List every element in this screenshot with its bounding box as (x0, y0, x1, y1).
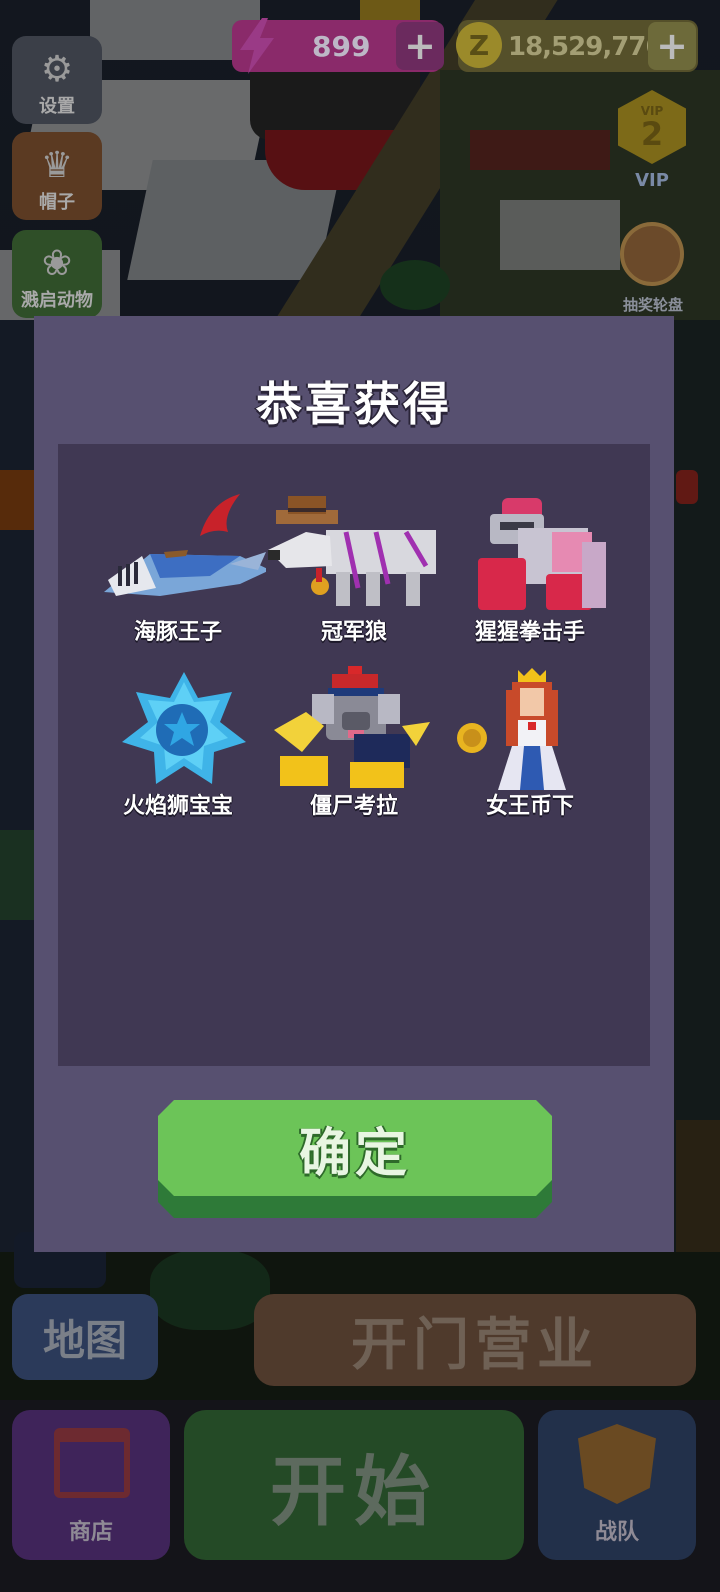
hat-button[interactable]: ♛ 帽子 (12, 132, 102, 220)
reward-item-name: 女王币下 (485, 794, 574, 819)
shop-label: 商店 (68, 1520, 113, 1545)
pets-button[interactable]: ❀ 溅启动物 (12, 230, 102, 318)
energy-value: 899 (312, 30, 371, 63)
gear-icon: ⚙ (40, 49, 74, 90)
team-shield-icon (578, 1424, 656, 1504)
shop-button[interactable]: 商店 (12, 1410, 170, 1560)
start-button[interactable]: 开始 (184, 1410, 524, 1560)
team-label: 战队 (594, 1520, 639, 1545)
cowboy-wolf-icon (268, 496, 436, 606)
open-business-button[interactable]: 开门营业 (254, 1294, 696, 1386)
energy-counter: 899 + (232, 18, 444, 74)
reward-item-name: 冠军狼 (320, 620, 387, 645)
vip-badge-icon: VIP 2 (618, 90, 686, 164)
zombie-koala-icon (274, 666, 430, 788)
settings-button[interactable]: ⚙ 设置 (12, 36, 102, 124)
coin-value: 18,529,776 (508, 32, 663, 62)
reward-item-name: 海豚王子 (133, 620, 222, 645)
wheel-label: 抽奖轮盘 (622, 296, 683, 314)
map-button[interactable]: 地图 (12, 1294, 158, 1380)
coin-icon: Z (456, 22, 502, 68)
dolphin-knight-icon (104, 494, 266, 596)
wheel-icon (620, 222, 684, 286)
queen-icon (457, 668, 566, 790)
confirm-button-face: 确定 (158, 1100, 552, 1196)
cart-icon (54, 1428, 130, 1498)
reward-panel: 海豚王子 冠军狼 猩猩拳击手 火焰狮宝宝 僵尸考拉 女王币下 (58, 444, 650, 1066)
lightning-icon (240, 18, 274, 74)
vip-label: VIP (635, 170, 669, 191)
reward-item[interactable]: 海豚王子 (90, 492, 266, 652)
gorilla-boxer-icon (478, 498, 606, 610)
reward-item[interactable]: 火焰狮宝宝 (90, 666, 266, 826)
vip-button[interactable]: VIP 2 VIP (614, 90, 690, 200)
add-energy-button[interactable]: + (396, 22, 444, 70)
reward-item-name: 火焰狮宝宝 (122, 794, 233, 819)
dialog-title: 恭喜获得 (256, 377, 452, 431)
team-button[interactable]: 战队 (538, 1410, 696, 1560)
reward-dialog: 恭喜获得 海豚王子 冠军狼 猩猩拳击手 火焰狮宝宝 僵尸考拉 女王币下 确定 (34, 316, 674, 1252)
coin-counter: Z 18,529,776 + (456, 20, 698, 72)
hat-label: 帽子 (39, 192, 75, 213)
paw-icon: ❀ (41, 243, 73, 284)
reward-item-name: 猩猩拳击手 (474, 620, 585, 645)
hat-icon: ♛ (40, 145, 74, 186)
confirm-button[interactable]: 确定 (158, 1100, 552, 1218)
blue-star-icon (122, 672, 246, 784)
add-coins-button[interactable]: + (648, 22, 696, 70)
lucky-wheel-button[interactable]: 抽奖轮盘 (614, 218, 690, 318)
confirm-label: 确定 (298, 1123, 411, 1184)
vip-level: 2 (640, 115, 664, 153)
reward-item[interactable]: 猩猩拳击手 (442, 492, 618, 652)
reward-item[interactable]: 冠军狼 (266, 492, 442, 652)
reward-item[interactable]: 僵尸考拉 (266, 666, 442, 826)
pets-label: 溅启动物 (21, 290, 93, 311)
settings-label: 设置 (39, 96, 75, 117)
reward-item[interactable]: 女王币下 (442, 666, 618, 826)
reward-item-name: 僵尸考拉 (309, 794, 398, 819)
